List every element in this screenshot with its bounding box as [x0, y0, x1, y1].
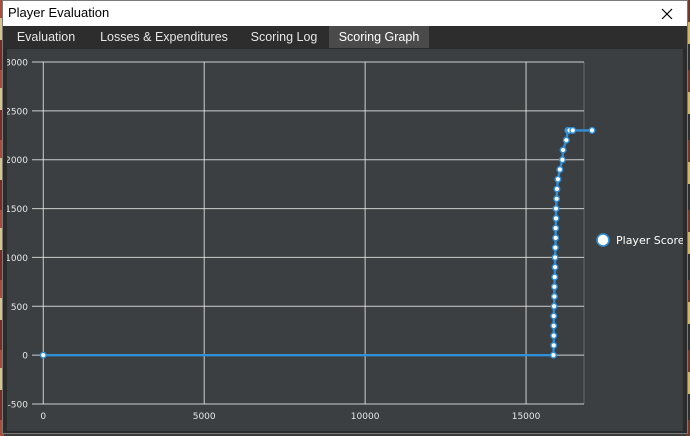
- data-point: [559, 146, 567, 154]
- tab-scoring-graph[interactable]: Scoring Graph: [329, 26, 429, 48]
- tab-evaluation[interactable]: Evaluation: [9, 26, 83, 48]
- close-icon: [661, 8, 673, 19]
- data-point: [558, 156, 566, 164]
- data-point: [552, 224, 560, 232]
- data-point: [556, 165, 564, 173]
- tab-scoring-log[interactable]: Scoring Log: [243, 26, 325, 48]
- y-tick-label: 500: [11, 303, 28, 313]
- data-point: [554, 175, 562, 183]
- scoring-graph-panel: -500 0 500 1000 1500 2000 2500 3000 0 5000 10000 15…: [5, 49, 685, 431]
- tab-losses-expenditures[interactable]: Losses & Expenditures: [97, 26, 231, 48]
- data-point: [550, 322, 558, 330]
- data-point: [550, 283, 558, 291]
- x-tick-label: 0: [40, 412, 46, 422]
- data-point: [552, 234, 560, 242]
- data-point: [551, 244, 559, 252]
- legend-marker-player-score: [596, 233, 610, 247]
- data-point: [553, 195, 561, 203]
- x-tick-label: 5000: [193, 412, 216, 422]
- series-line-player-score: [43, 129, 593, 357]
- y-tick-label: 1500: [7, 205, 28, 215]
- y-tick-label: 2000: [7, 156, 28, 166]
- data-point: [569, 126, 577, 134]
- data-point: [550, 302, 558, 310]
- window-title: Player Evaluation: [8, 5, 110, 20]
- legend-label-player-score: Player Score: [616, 234, 683, 247]
- y-tick-label: -500: [8, 401, 29, 411]
- y-tick-label: 1000: [7, 254, 28, 264]
- data-point: [39, 351, 47, 359]
- data-point: [552, 214, 560, 222]
- close-button[interactable]: [647, 1, 687, 26]
- data-point: [551, 253, 559, 261]
- y-tick-label: 0: [22, 352, 28, 362]
- data-point: [588, 126, 596, 134]
- data-point: [550, 332, 558, 340]
- scoring-graph-chart: -500 0 500 1000 1500 2000 2500 3000 0 5000 10000 15…: [5, 59, 685, 423]
- data-point: [562, 136, 570, 144]
- data-point: [551, 273, 559, 281]
- data-point: [551, 263, 559, 271]
- y-tick-label: 3000: [7, 59, 28, 69]
- player-evaluation-window: Player Evaluation Evaluation Losses & Ex…: [2, 0, 688, 434]
- title-bar[interactable]: Player Evaluation: [3, 1, 687, 26]
- tab-bar: Evaluation Losses & Expenditures Scoring…: [3, 26, 687, 48]
- y-tick-label: 2500: [7, 107, 28, 117]
- data-point: [550, 341, 558, 349]
- data-point: [552, 205, 560, 213]
- data-point: [549, 351, 557, 359]
- data-point: [550, 312, 558, 320]
- data-point: [553, 185, 561, 193]
- x-tick-label: 15000: [512, 412, 541, 422]
- x-tick-label: 10000: [351, 412, 380, 422]
- data-point: [550, 293, 558, 301]
